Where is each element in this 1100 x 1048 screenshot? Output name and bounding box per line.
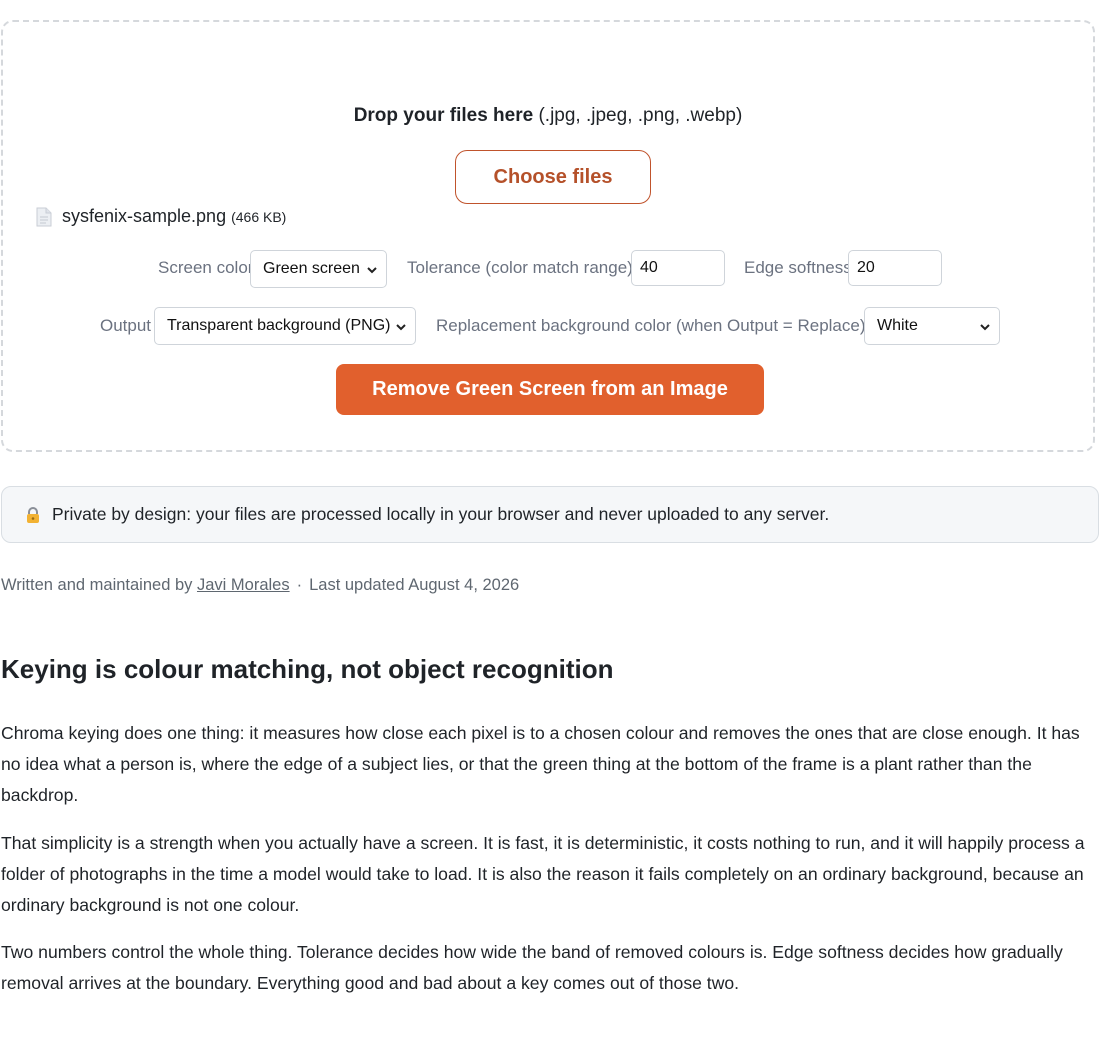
replacement-color-value: White bbox=[877, 317, 918, 334]
screen-color-select[interactable]: Green screen bbox=[250, 250, 387, 288]
author-link[interactable]: Javi Morales bbox=[197, 576, 290, 594]
output-value: Transparent background (PNG) bbox=[167, 317, 391, 334]
choose-files-button[interactable]: Choose files bbox=[455, 150, 651, 204]
remove-green-screen-button[interactable]: Remove Green Screen from an Image bbox=[336, 364, 764, 415]
privacy-notice: Private by design: your files are proces… bbox=[1, 486, 1099, 543]
byline-separator: · bbox=[296, 576, 303, 594]
file-name: sysfenix-sample.png bbox=[62, 206, 227, 226]
dropzone-accepted-types: (.jpg, .jpeg, .png, .webp) bbox=[538, 105, 743, 126]
byline: Written and maintained by Javi Morales · L… bbox=[1, 576, 519, 595]
screen-color-label: Screen color bbox=[158, 258, 254, 277]
article-heading: Keying is colour matching, not object re… bbox=[1, 654, 614, 684]
byline-prefix: Written and maintained by bbox=[1, 576, 193, 594]
dropzone-title-bold: Drop your files here bbox=[353, 105, 534, 126]
edge-softness-input[interactable]: 20 bbox=[848, 250, 942, 286]
tolerance-input[interactable]: 40 bbox=[631, 250, 725, 286]
edge-softness-label: Edge softness bbox=[744, 258, 852, 277]
output-label: Output bbox=[100, 316, 152, 335]
file-icon bbox=[36, 207, 52, 227]
article-paragraph-3: Two numbers control the whole thing. Tol… bbox=[1, 942, 1063, 993]
tolerance-label: Tolerance (color match range) bbox=[407, 258, 633, 277]
privacy-text: Private by design: your files are proces… bbox=[52, 504, 830, 524]
file-size: (466 KB) bbox=[231, 209, 287, 225]
replacement-color-select[interactable]: White bbox=[864, 307, 1000, 345]
replacement-color-label: Replacement background color (when Outpu… bbox=[436, 316, 866, 335]
chevron-down-icon bbox=[366, 263, 378, 275]
chevron-down-icon bbox=[395, 320, 407, 332]
dropzone-title: Drop your files here (.jpg, .jpeg, .png,… bbox=[3, 105, 1093, 127]
selected-file: sysfenix-sample.png (466 KB) bbox=[36, 206, 286, 227]
last-updated: Last updated August 4, 2026 bbox=[309, 576, 520, 594]
article-paragraph-1: Chroma keying does one thing: it measure… bbox=[1, 723, 1080, 805]
screen-color-value: Green screen bbox=[263, 260, 360, 277]
article-paragraph-2: That simplicity is a strength when you a… bbox=[1, 833, 1085, 915]
lock-icon bbox=[24, 506, 42, 524]
output-select[interactable]: Transparent background (PNG) bbox=[154, 307, 416, 345]
chevron-down-icon bbox=[979, 320, 991, 332]
